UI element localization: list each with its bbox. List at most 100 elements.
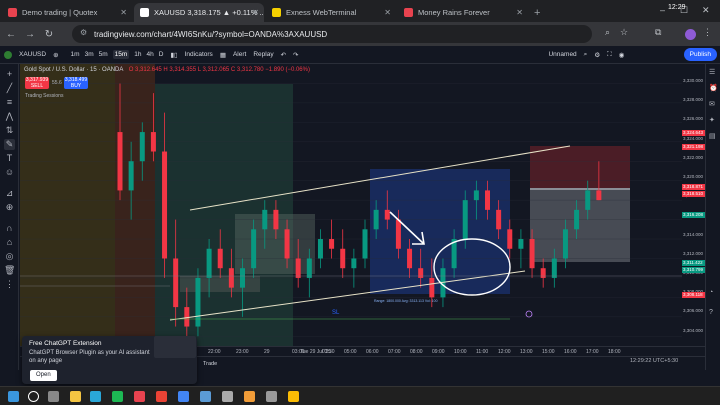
chrome-icon[interactable] [156,391,167,402]
trendline-icon[interactable]: ╱ [4,83,15,94]
search-chart-icon[interactable]: ⌕ [584,51,588,59]
projection-icon[interactable]: ⇅ [4,125,15,136]
popup-open-button[interactable]: Open [30,370,57,381]
zoom-icon[interactable]: ⊕ [4,202,15,213]
tab-close-icon[interactable]: ✕ [384,8,391,17]
hide-drawings-icon[interactable]: ◎ [4,251,15,262]
publish-button[interactable]: Publish [683,48,717,61]
browser-menu-icon[interactable]: ⋮ [703,27,712,38]
browser-tab[interactable]: Money Rains Forever ✕ [398,3,528,22]
fib-icon[interactable]: ≡ [4,97,15,108]
chart-type-icon[interactable]: ▮▯ [170,51,177,59]
new-tab-icon[interactable]: + [534,3,540,22]
site-info-icon[interactable]: ⚙ [80,28,87,37]
add-symbol-icon[interactable]: ⊕ [53,51,58,59]
timeframe-1h[interactable]: 1h [134,51,141,58]
user-avatar[interactable] [4,50,12,59]
search-icon[interactable]: ⌕ [605,27,610,38]
brush-icon[interactable]: ✎ [4,139,15,150]
layout-grid-icon[interactable]: ▦ [220,51,226,59]
extensions-icon[interactable]: ⧉ [655,27,661,38]
timeframe-15m[interactable]: 15m [112,50,130,59]
trading-sessions-indicator[interactable]: Trading Sessions [25,93,63,99]
back-icon[interactable]: ← [3,29,19,40]
buy-button[interactable]: 3,318.499 BUY [64,77,88,89]
ruler-icon[interactable]: ⊿ [4,188,15,199]
indicators-button[interactable]: Indicators [185,51,213,58]
search-icon[interactable] [28,391,39,402]
profile-avatar[interactable] [685,29,696,40]
watchlist-icon[interactable]: ☰ [709,68,715,76]
chat-icon[interactable]: ✉ [709,100,715,108]
popup-body: ChatGPT Browser Plugin as your AI assist… [29,350,150,364]
browser-tab[interactable]: XAUUSD 3,318.175 ▲ +0.11% ... ✕ [134,3,264,22]
address-bar: ← → ↻ ⚙ tradingview.com/chart/4WI6SnKu/?… [0,22,720,46]
help-icon[interactable]: ? [709,309,713,316]
sell-button[interactable]: 3,317.939 SELL [25,77,49,89]
candle-body [217,248,223,269]
minimize-icon[interactable]: – [660,5,665,15]
timeframe-D[interactable]: D [159,51,164,58]
price-tick-label: 3,312.000 [683,250,704,256]
symbol-search[interactable]: XAUUSD [19,51,46,58]
candle-body [395,219,401,249]
trash-icon[interactable]: 🗑 [4,265,15,276]
price-chart[interactable]: SL Range: 1800.000 Avg: 3313.113 Vol: 100 [20,64,682,346]
edge-icon[interactable] [90,391,101,402]
browser-tab[interactable]: Demo trading | Quotex ✕ [2,3,132,22]
url-input[interactable]: ⚙ tradingview.com/chart/4WI6SnKu/?symbol… [72,25,592,43]
price-marker-label: 3,324.643 [682,130,705,136]
tab-close-icon[interactable]: ✕ [516,8,523,17]
pattern-icon[interactable]: ⋀ [4,111,15,122]
url-text: tradingview.com/chart/4WI6SnKu/?symbol=O… [94,29,328,39]
notifications-icon[interactable]: ◔ [709,289,713,296]
spotify-icon[interactable] [112,391,123,402]
app-icon[interactable] [266,391,277,402]
camera-icon[interactable]: ◉ [619,51,625,59]
undo-icon[interactable]: ↶ [281,51,286,59]
chrome-active-icon[interactable] [288,391,299,402]
alert-button[interactable]: Alert [233,51,246,58]
symbol-title: Gold Spot / U.S. Dollar · 15 · OANDA [24,67,124,73]
ideas-icon[interactable]: ✦ [709,116,715,124]
tab-close-icon[interactable]: ✕ [120,8,127,17]
app-icon[interactable] [222,391,233,402]
windows-start-icon[interactable] [8,391,19,402]
timeframe-1m[interactable]: 1m [71,51,80,58]
task-view-icon[interactable] [48,391,59,402]
text-icon[interactable]: T [4,153,15,164]
magnet-icon[interactable]: ∩ [4,223,15,234]
chart-legend: Gold Spot / U.S. Dollar · 15 · OANDA O 3… [24,67,310,73]
alerts-clock-icon[interactable]: ⏰ [709,84,718,92]
replay-button[interactable]: Replay [253,51,273,58]
reload-icon[interactable]: ↻ [41,29,57,40]
app-icon[interactable] [134,391,145,402]
timeframe-5m[interactable]: 5m [99,51,108,58]
object-tree-icon[interactable]: ⋮ [4,279,15,290]
browser-tab[interactable]: Exness WebTerminal ✕ [266,3,396,22]
store-icon[interactable] [200,391,211,402]
emoji-icon[interactable]: ☺ [4,167,15,178]
candle-body [162,151,168,259]
tab-favicon-icon [272,8,281,17]
lock-drawings-icon[interactable]: ⌂ [4,237,15,248]
layout-name[interactable]: Unnamed [548,51,576,58]
timeframe-3m[interactable]: 3m [85,51,94,58]
settings-gear-icon[interactable]: ⚙ [594,51,600,59]
candle-body [150,132,156,152]
timeframe-4h[interactable]: 4h [147,51,154,58]
crosshair-icon[interactable]: + [4,69,15,80]
calendar-icon[interactable]: ▤ [709,132,716,140]
tab-close-icon[interactable]: ✕ [252,8,259,17]
trade-tab[interactable]: Trade [203,361,217,367]
fullscreen-icon[interactable]: ⛶ [607,51,612,59]
app-icon[interactable] [244,391,255,402]
time-tick-label: 10:00 [454,349,467,355]
redo-icon[interactable]: ↷ [293,51,298,59]
price-axis[interactable]: 3,330.000 3,328.000 3,326.000 3,324.000 3,32… [682,64,705,346]
forward-icon[interactable]: → [22,29,38,40]
close-window-icon[interactable]: ✕ [702,5,710,16]
file-explorer-icon[interactable] [70,391,81,402]
app-icon[interactable] [178,391,189,402]
bookmark-star-icon[interactable]: ☆ [620,27,628,38]
